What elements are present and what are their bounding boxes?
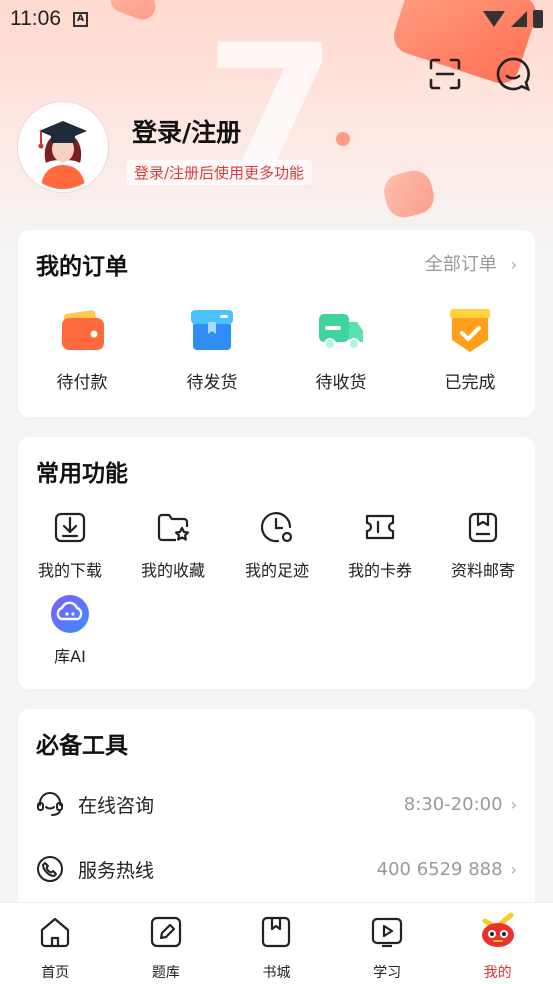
order-completed[interactable]: 已完成 (422, 306, 518, 393)
login-hint-text[interactable]: 登录/注册后使用更多功能 (126, 160, 313, 185)
func-label: 我的足迹 (244, 561, 309, 580)
nav-label: 学习 (373, 965, 402, 981)
func-label: 我的收藏 (140, 561, 205, 580)
tool-phone-value: 400 6529 888 (376, 858, 503, 880)
phone-icon (37, 856, 63, 882)
func-label: 我的下载 (37, 561, 102, 580)
orders-title: 我的订单 (36, 254, 128, 280)
battery-icon (533, 10, 543, 28)
nav-home[interactable]: 首页 (0, 903, 111, 984)
order-label: 待收货 (315, 373, 367, 393)
signal-icon (511, 11, 527, 27)
avatar[interactable] (18, 102, 108, 192)
login-register-title[interactable]: 登录/注册 (132, 113, 241, 149)
package-icon (191, 310, 233, 350)
my-orders-card: 我的订单 全部订单 › 待付款 待发货 待收货 已完成 (18, 230, 535, 417)
func-my-downloads[interactable]: 我的下载 (18, 510, 122, 581)
headset-icon (37, 792, 63, 816)
completed-icon (450, 309, 490, 352)
tool-online-consult[interactable]: 在线咨询 8:30-20:00 › (18, 784, 535, 824)
status-time: 11:06 (10, 7, 61, 30)
common-functions-card: 常用功能 我的下载 我的收藏 我的足迹 我的卡券 资料邮寄 库AI (18, 437, 535, 689)
func-my-favorites[interactable]: 我的收藏 (121, 510, 225, 581)
chevron-right-icon: › (510, 859, 517, 879)
func-label: 库AI (54, 647, 86, 666)
wallet-icon (62, 310, 104, 350)
edit-icon (150, 916, 181, 948)
func-ku-ai[interactable]: 库AI (18, 594, 122, 667)
favorite-folder-icon (157, 513, 190, 542)
graduate-avatar-icon (21, 105, 105, 189)
nav-study[interactable]: 学习 (332, 903, 443, 984)
status-bar: 11:06 A (0, 0, 553, 38)
scan-button[interactable] (423, 52, 467, 96)
mascot-icon (481, 912, 514, 947)
order-label: 待发货 (186, 373, 238, 393)
play-book-icon (371, 917, 403, 948)
tool-label: 在线咨询 (78, 794, 155, 817)
truck-icon (319, 314, 363, 350)
nav-bookstore[interactable]: 书城 (221, 903, 332, 984)
download-icon (54, 512, 86, 543)
func-label: 我的卡券 (347, 561, 412, 580)
order-pending-shipment[interactable]: 待发货 (164, 306, 260, 393)
chevron-right-icon: › (510, 255, 517, 274)
functions-title: 常用功能 (36, 461, 128, 487)
order-label: 待付款 (56, 373, 108, 393)
nav-label: 我的 (483, 965, 512, 981)
wifi-icon (483, 11, 505, 27)
mail-box-icon (468, 512, 498, 543)
essential-tools-card: 必备工具 在线咨询 8:30-20:00 › 服务热线 400 6529 888… (18, 709, 535, 929)
nav-mine[interactable]: 我的 (442, 903, 553, 984)
func-material-mail[interactable]: 资料邮寄 (431, 510, 535, 581)
notification-a-icon: A (73, 11, 88, 27)
decorative-shape (380, 166, 438, 222)
nav-label: 题库 (151, 965, 180, 981)
order-pending-receipt[interactable]: 待收货 (293, 306, 389, 393)
all-orders-label: 全部订单 (424, 254, 497, 275)
history-clock-icon (260, 512, 293, 543)
message-button[interactable] (491, 52, 535, 96)
bottom-navigation: 首页 题库 书城 学习 我的 (0, 902, 553, 984)
decorative-dot (336, 132, 350, 146)
nav-label: 书城 (262, 965, 291, 981)
order-pending-payment[interactable]: 待付款 (34, 306, 130, 393)
all-orders-link[interactable]: 全部订单 › (425, 250, 517, 276)
bookmark-book-icon (262, 916, 291, 948)
tools-title: 必备工具 (36, 733, 128, 759)
chevron-right-icon: › (510, 794, 517, 814)
home-icon (41, 917, 70, 948)
func-my-footprints[interactable]: 我的足迹 (225, 510, 329, 581)
message-icon (496, 57, 531, 92)
order-label: 已完成 (444, 373, 496, 393)
nav-label: 首页 (41, 965, 70, 981)
tool-label: 服务热线 (78, 859, 155, 882)
tool-service-hotline[interactable]: 服务热线 400 6529 888 › (18, 849, 535, 889)
ai-bot-icon (51, 595, 89, 633)
func-my-coupons[interactable]: 我的卡券 (328, 510, 432, 581)
func-label: 资料邮寄 (450, 561, 515, 580)
nav-question-bank[interactable]: 题库 (111, 903, 222, 984)
scan-icon (429, 58, 461, 90)
coupon-icon (365, 514, 395, 540)
tool-hours-value: 8:30-20:00 (403, 793, 503, 815)
